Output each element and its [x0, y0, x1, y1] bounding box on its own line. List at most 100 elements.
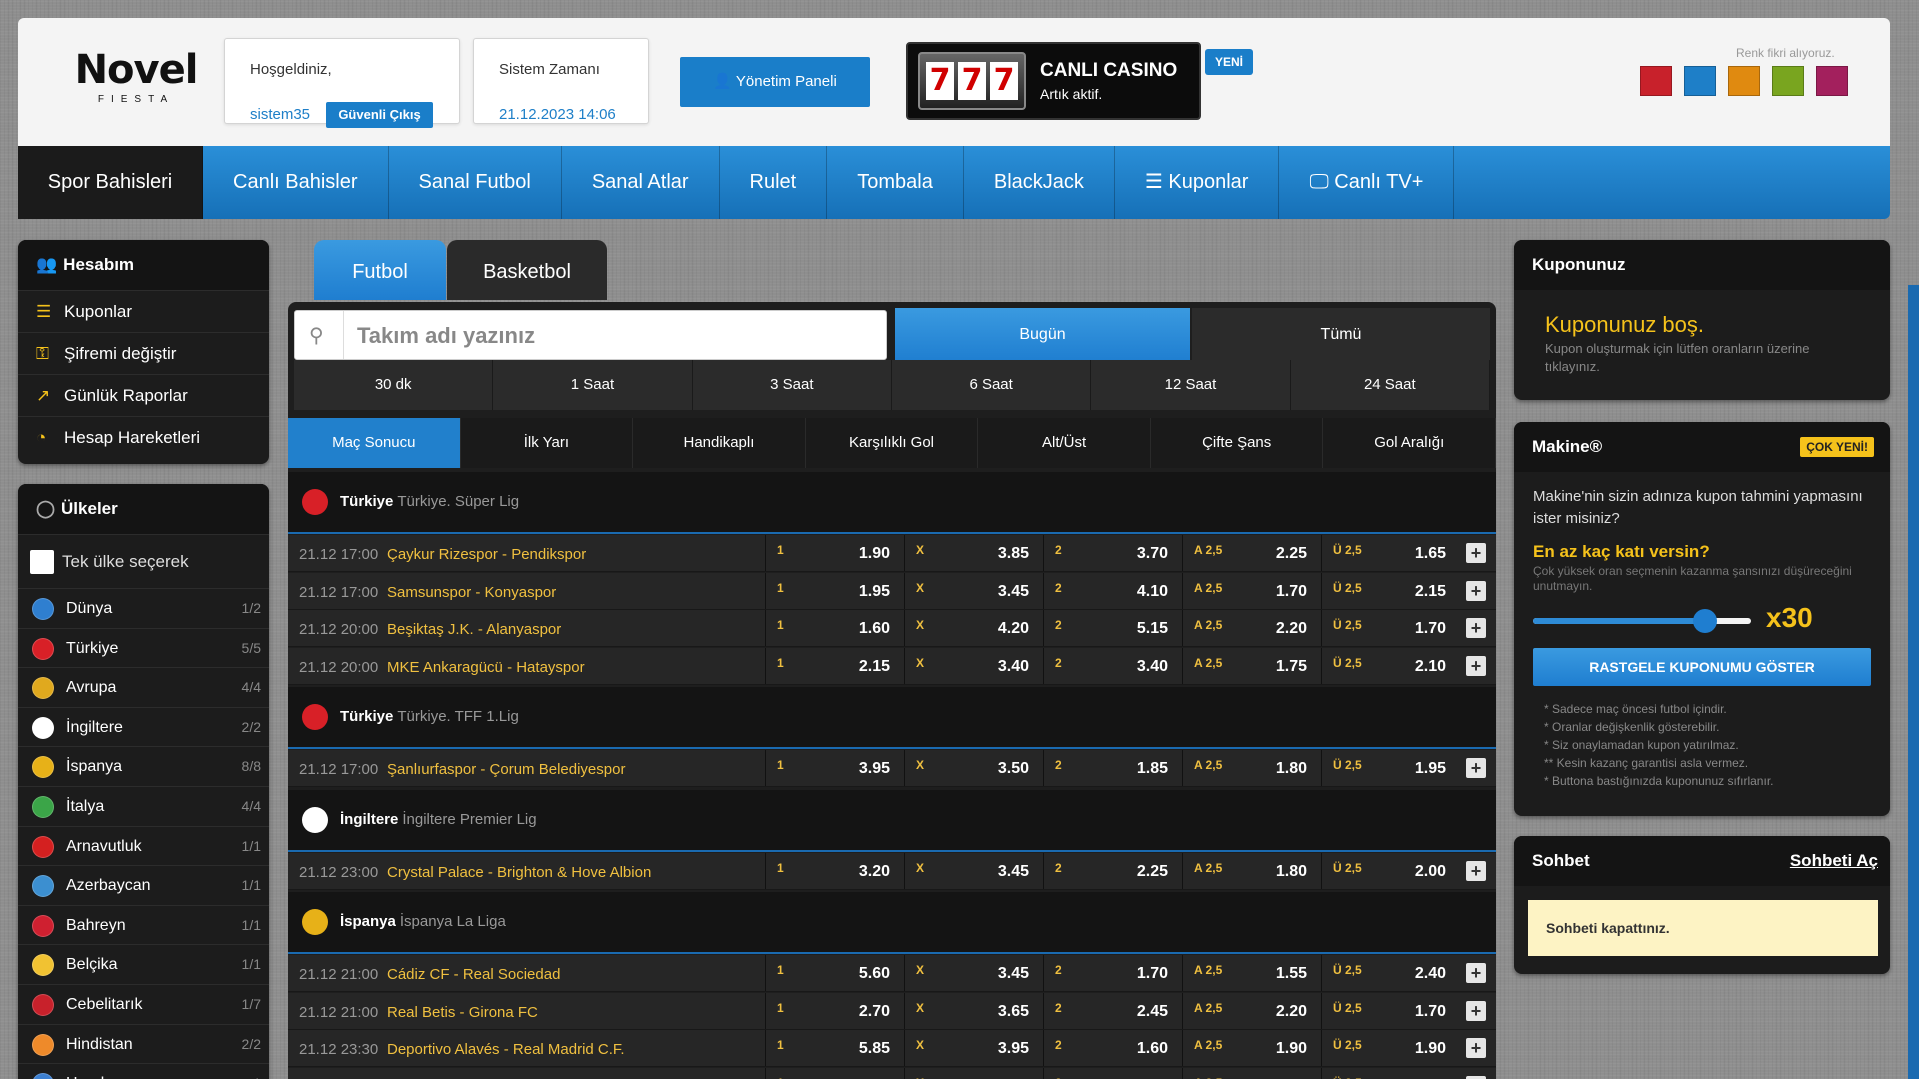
match-name[interactable]: Deportivo Alavés - Real Madrid C.F. [387, 1041, 625, 1058]
odd-button[interactable]: 2 1.85 [1043, 750, 1180, 786]
odd-button[interactable]: Ü 2,5 1.65 [1321, 535, 1458, 571]
time-filter-option[interactable]: 3 Saat [692, 360, 892, 410]
country-item[interactable]: İngiltere 2/2 [18, 706, 269, 747]
country-item[interactable]: Türkiye 5/5 [18, 627, 269, 668]
odd-button[interactable]: 12.25 [765, 1067, 902, 1079]
nav-item[interactable]: ☰ Kuponlar [1115, 146, 1280, 219]
odd-button[interactable]: 2 4.10 [1043, 572, 1180, 609]
time-filter-option[interactable]: 24 Saat [1290, 360, 1490, 410]
nav-item[interactable]: Rulet [720, 146, 828, 219]
odd-button[interactable]: X 4.20 [904, 610, 1041, 646]
single-country-toggle[interactable]: Tek ülke seçerek [18, 534, 269, 588]
odd-button[interactable]: 1 1.95 [765, 572, 902, 609]
country-item[interactable]: Hindistan 2/2 [18, 1023, 269, 1064]
odd-button[interactable]: Ü 2,5 2.40 [1321, 955, 1458, 991]
odd-button[interactable]: 1 2.15 [765, 647, 902, 684]
match-name[interactable]: Beşiktaş J.K. - Alanyaspor [387, 621, 561, 638]
account-item[interactable]: ⚿ Şifremi değiştir [18, 332, 269, 374]
odd-button[interactable]: 23.80 [1043, 1067, 1180, 1079]
odd-button[interactable]: 2 5.15 [1043, 610, 1180, 646]
odd-button[interactable]: X2.95 [904, 1067, 1041, 1079]
odd-button[interactable]: 2 2.45 [1043, 992, 1180, 1029]
odd-button[interactable]: 2 3.70 [1043, 535, 1180, 571]
odd-button[interactable]: X 3.50 [904, 750, 1041, 786]
nav-item[interactable]: Sanal Atlar [562, 146, 720, 219]
time-filter-option[interactable]: 12 Saat [1091, 360, 1291, 410]
all-button[interactable]: Tümü [1192, 308, 1490, 362]
market-tab[interactable]: İlk Yarı [460, 418, 634, 468]
odd-button[interactable]: X 3.40 [904, 647, 1041, 684]
match-name[interactable]: Çaykur Rizespor - Pendikspor [387, 546, 586, 563]
nav-item[interactable]: Canlı Bahisler [203, 146, 389, 219]
more-bets-button[interactable]: + [1466, 618, 1486, 638]
color-swatch[interactable] [1640, 66, 1672, 96]
nav-item[interactable]: BlackJack [964, 146, 1115, 219]
odd-button[interactable]: 1 5.60 [765, 955, 902, 991]
odd-button[interactable]: X 3.45 [904, 572, 1041, 609]
country-item[interactable]: Honduras 1 [18, 1063, 269, 1079]
market-tab[interactable]: Karşılıklı Gol [805, 418, 979, 468]
odd-button[interactable]: Ü 2,5 2.15 [1321, 572, 1458, 609]
odd-button[interactable]: 2 2.25 [1043, 852, 1180, 889]
color-swatch[interactable] [1772, 66, 1804, 96]
market-tab[interactable]: Maç Sonucu [288, 418, 461, 468]
odd-button[interactable]: 2 1.70 [1043, 955, 1180, 991]
account-item[interactable]: ◔ Hesap Hareketleri [18, 416, 269, 458]
time-filter-option[interactable]: 1 Saat [493, 360, 693, 410]
country-item[interactable]: Dünya 1/2 [18, 588, 269, 628]
odd-button[interactable]: A 2,5 1.90 [1182, 1030, 1319, 1066]
random-coupon-button[interactable]: RASTGELE KUPONUMU GÖSTER [1533, 648, 1871, 686]
checkbox[interactable] [30, 550, 54, 574]
nav-item[interactable]: Tombala [827, 146, 964, 219]
logout-button[interactable]: Güvenli Çıkış [326, 102, 433, 128]
odd-button[interactable]: A 2,5 1.70 [1182, 572, 1319, 609]
time-filter-option[interactable]: 30 dk [294, 360, 494, 410]
country-item[interactable]: Bahreyn 1/1 [18, 904, 269, 945]
odd-button[interactable]: Ü 2,5 1.70 [1321, 610, 1458, 646]
odd-button[interactable]: 1 1.60 [765, 610, 902, 646]
color-swatch[interactable] [1728, 66, 1760, 96]
country-item[interactable]: Belçika 1/1 [18, 944, 269, 984]
odd-button[interactable]: 2 1.60 [1043, 1030, 1180, 1066]
color-swatch[interactable] [1684, 66, 1716, 96]
more-bets-button[interactable]: + [1466, 580, 1486, 601]
odd-button[interactable]: A 2,5 1.80 [1182, 750, 1319, 786]
match-name[interactable]: Samsunspor - Konyaspor [387, 584, 556, 601]
odd-button[interactable]: 1 3.20 [765, 852, 902, 889]
odd-button[interactable]: Ü 2,5 2.00 [1321, 852, 1458, 889]
search-input[interactable]: Takım adı yazınız [357, 323, 535, 349]
odd-button[interactable]: A 2,5 2.20 [1182, 610, 1319, 646]
odd-button[interactable]: A 2,5 1.75 [1182, 647, 1319, 684]
match-name[interactable]: Şanlıurfaspor - Çorum Belediyespor [387, 761, 625, 778]
country-item[interactable]: Azerbaycan 1/1 [18, 865, 269, 905]
market-tab[interactable]: Alt/Üst [978, 418, 1151, 468]
odd-button[interactable]: X 3.45 [904, 852, 1041, 889]
country-item[interactable]: İspanya 8/8 [18, 746, 269, 786]
more-bets-button[interactable]: + [1466, 1038, 1486, 1058]
match-name[interactable]: Real Betis - Girona FC [387, 1004, 538, 1021]
odd-button[interactable]: X 3.85 [904, 535, 1041, 571]
odd-button[interactable]: 1 2.70 [765, 992, 902, 1029]
odd-button[interactable]: A 2,5 2.20 [1182, 992, 1319, 1029]
odd-button[interactable]: A 2,5 1.80 [1182, 852, 1319, 889]
more-bets-button[interactable]: + [1466, 860, 1486, 881]
live-casino-banner[interactable]: 7 7 7 CANLI CASINO Artık aktif. [906, 42, 1201, 120]
more-bets-button[interactable]: + [1466, 758, 1486, 778]
country-item[interactable]: Arnavutluk 1/1 [18, 825, 269, 866]
account-item[interactable]: ↗ Günlük Raporlar [18, 374, 269, 416]
match-name[interactable]: Crystal Palace - Brighton & Hove Albion [387, 864, 651, 881]
odd-button[interactable]: 1 3.95 [765, 750, 902, 786]
country-item[interactable]: Cebelitarık 1/7 [18, 983, 269, 1024]
more-bets-button[interactable]: + [1466, 1000, 1486, 1021]
today-button[interactable]: Bugün [895, 308, 1190, 362]
nav-item[interactable]: Sanal Futbol [389, 146, 562, 219]
country-item[interactable]: İtalya 4/4 [18, 785, 269, 826]
nav-item[interactable]: Spor Bahisleri [18, 146, 203, 219]
more-bets-button[interactable]: + [1466, 655, 1486, 676]
market-tab[interactable]: Çifte Şans [1150, 418, 1324, 468]
team-search[interactable]: ⚲ Takım adı yazınız [294, 310, 887, 360]
odd-button[interactable]: X 3.65 [904, 992, 1041, 1029]
logo[interactable]: Novel FIESTA [56, 48, 216, 105]
country-item[interactable]: Avrupa 4/4 [18, 667, 269, 707]
multiplier-slider[interactable] [1533, 609, 1751, 633]
